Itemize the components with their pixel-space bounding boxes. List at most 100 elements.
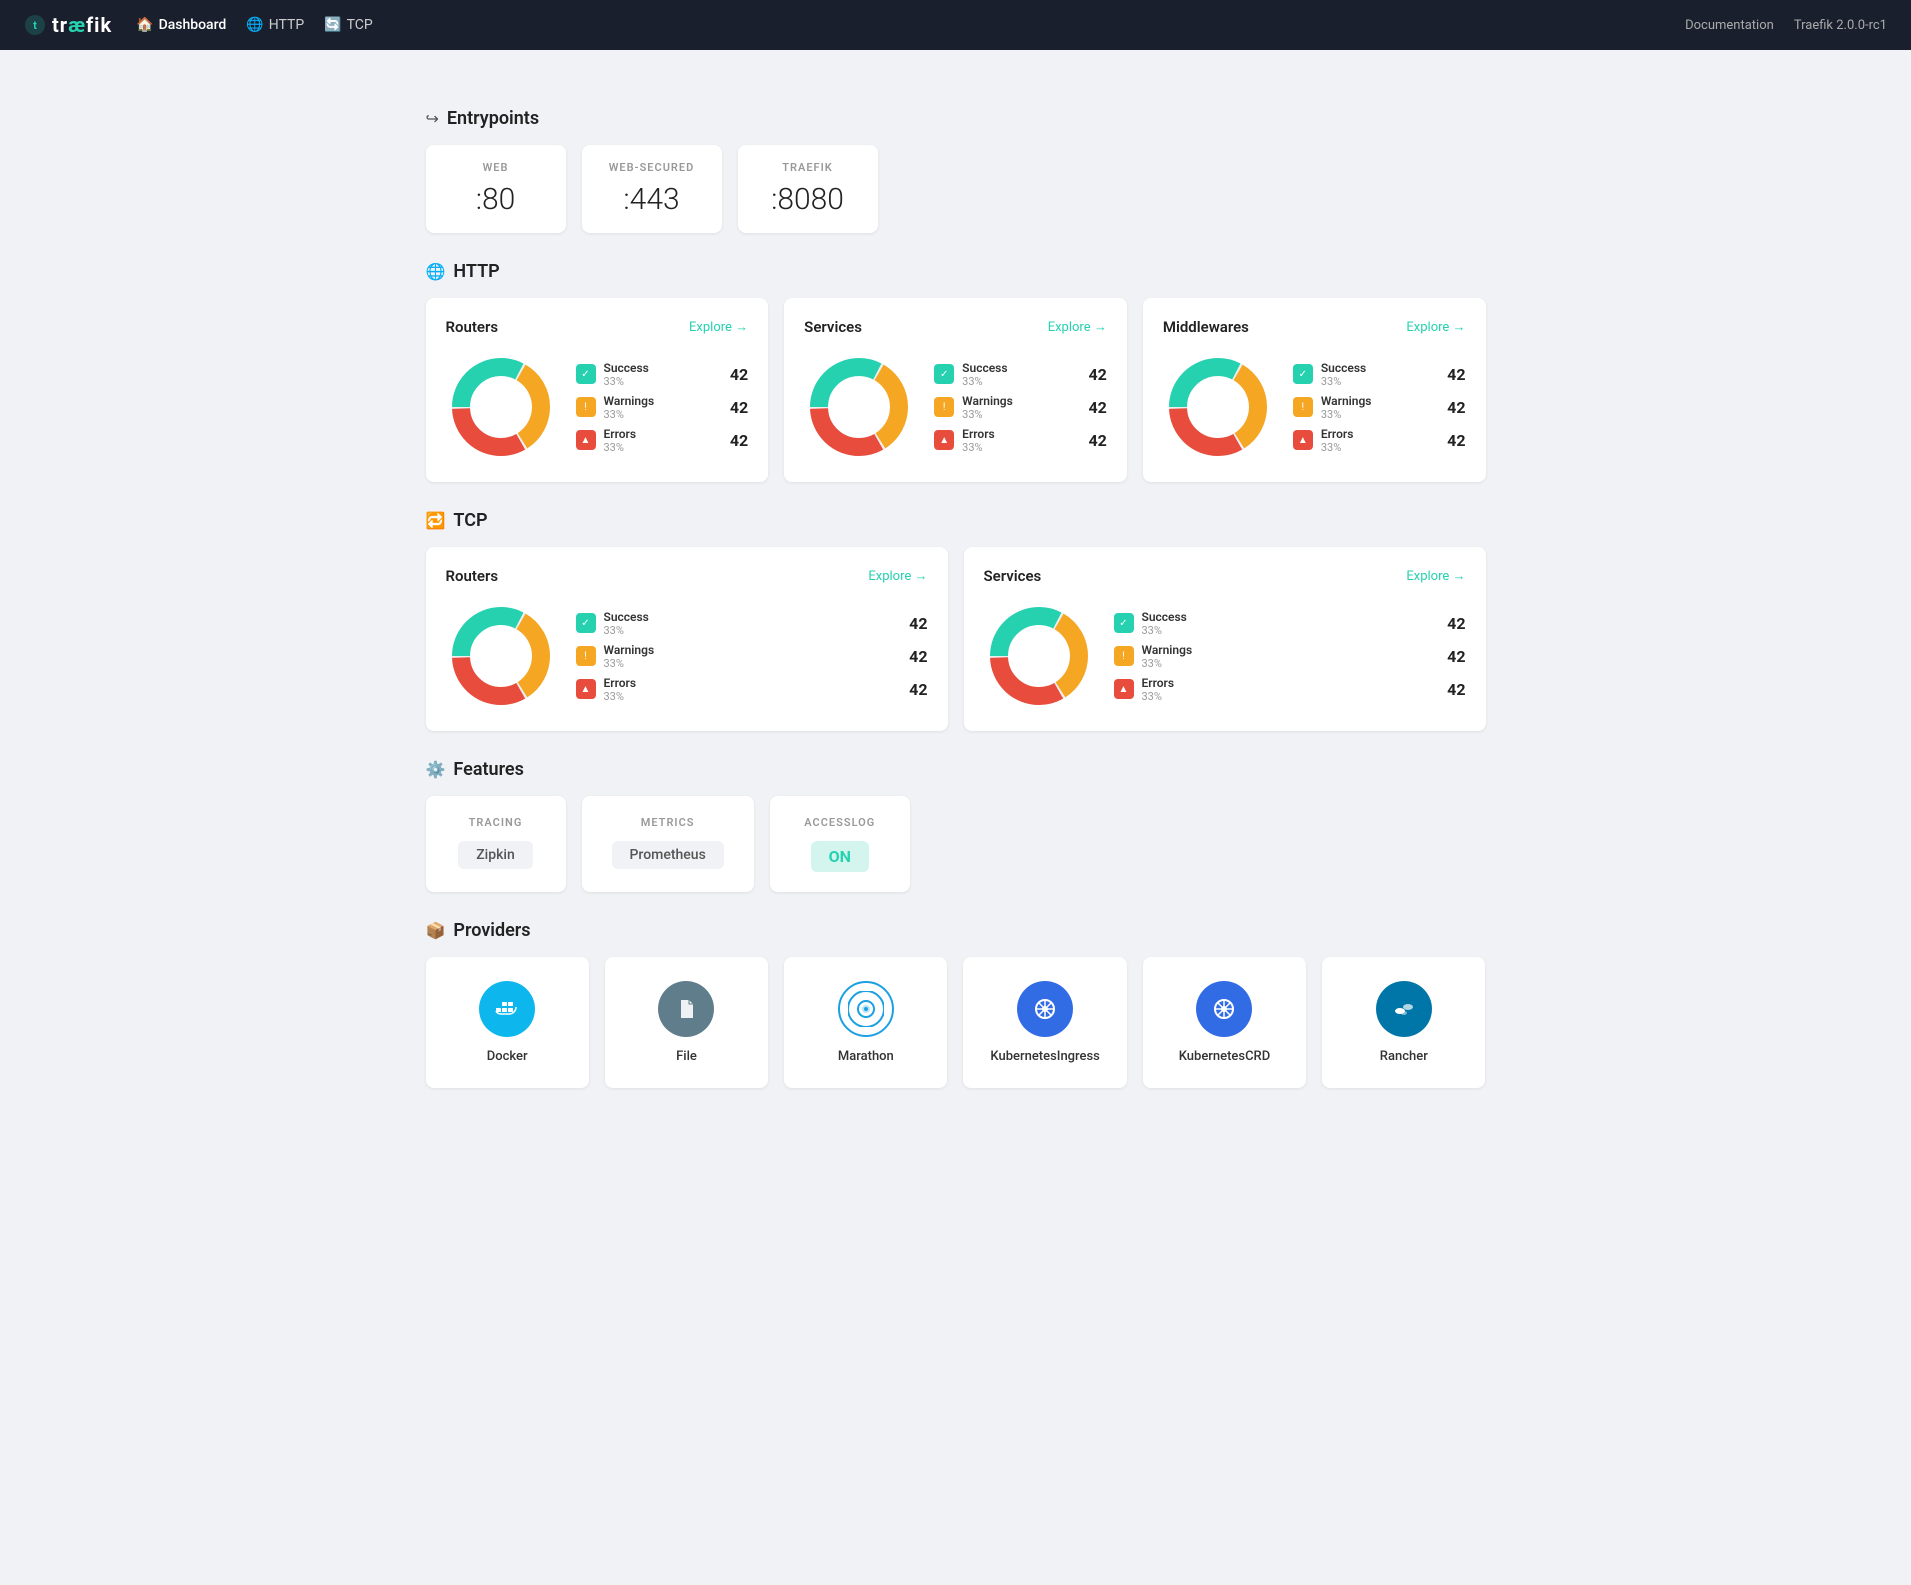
tcp-cards-row: Routers Explore → ✓ Success 33% — [426, 547, 1486, 731]
features-row: TRACING Zipkin METRICS Prometheus ACCESS… — [426, 796, 1486, 892]
feature-value: Prometheus — [612, 841, 724, 869]
features-icon: ⚙️ — [426, 760, 446, 779]
legend-count-success: 42 — [1447, 614, 1465, 633]
legend-count-warning: 42 — [1088, 398, 1106, 417]
error-icon: ▲ — [1114, 679, 1134, 699]
entrypoint-web-secured: WEB-SECURED :443 — [582, 145, 722, 233]
feature-label: TRACING — [456, 816, 536, 829]
tcp-cards-panel-routers: Routers Explore → ✓ Success 33% — [426, 547, 948, 731]
legend-item-success: ✓ Success 33% 42 — [576, 610, 928, 637]
provider-name-marathon: Marathon — [838, 1049, 894, 1064]
explore-link[interactable]: Explore → — [689, 319, 748, 335]
legend-text-error: Errors 33% — [604, 427, 722, 454]
logo: t træfik — [24, 13, 112, 37]
legend-item-success: ✓ Success 33% 42 — [576, 361, 749, 388]
home-icon: 🏠 — [136, 17, 153, 33]
legend-item-error: ▲ Errors 33% 42 — [1293, 427, 1466, 454]
provider-icon-kubernetesIngress — [1017, 981, 1073, 1037]
http-section-header: 🌐 HTTP — [426, 261, 1486, 282]
legend-item-warning: ! Warnings 33% 42 — [1114, 643, 1466, 670]
feature-label: ACCESSLOG — [800, 816, 880, 829]
success-icon: ✓ — [1293, 364, 1313, 384]
nav-links: 🏠 Dashboard 🌐 HTTP 🔄 TCP — [136, 17, 373, 33]
warning-icon: ! — [1114, 646, 1134, 666]
entrypoints-section-header: ↪ Entrypoints — [426, 108, 1486, 129]
card-title: Middlewares — [1163, 318, 1249, 336]
legend-text-success: Success 33% — [1321, 361, 1439, 388]
features-section-header: ⚙️ Features — [426, 759, 1486, 780]
http-cards-panel-middlewares: Middlewares Explore → ✓ Success 33% — [1143, 298, 1486, 482]
legend-text-error: Errors 33% — [962, 427, 1080, 454]
provider-icon-docker — [479, 981, 535, 1037]
provider-name-rancher: Rancher — [1380, 1049, 1428, 1064]
chart-area: ✓ Success 33% 42 ! Warnings — [446, 352, 749, 462]
nav-docs[interactable]: Documentation — [1685, 18, 1774, 33]
legend: ✓ Success 33% 42 ! Warnings — [576, 361, 749, 454]
legend-count-error: 42 — [1447, 680, 1465, 699]
card-header: Routers Explore → — [446, 567, 928, 585]
legend-item-warning: ! Warnings 33% 42 — [576, 643, 928, 670]
success-icon: ✓ — [934, 364, 954, 384]
providers-icon: 📦 — [426, 921, 446, 940]
card-header: Middlewares Explore → — [1163, 318, 1466, 336]
explore-link[interactable]: Explore → — [1406, 319, 1465, 335]
features-title: Features — [453, 759, 523, 780]
legend-text-warning: Warnings 33% — [1142, 643, 1440, 670]
nav-http[interactable]: 🌐 HTTP — [246, 17, 304, 33]
http-title: HTTP — [453, 261, 499, 282]
provider-marathon: Marathon — [784, 957, 947, 1088]
nav-tcp[interactable]: 🔄 TCP — [324, 17, 373, 33]
providers-section-header: 📦 Providers — [426, 920, 1486, 941]
legend-item-success: ✓ Success 33% 42 — [1293, 361, 1466, 388]
donut-chart — [1163, 352, 1273, 462]
warning-icon: ! — [576, 397, 596, 417]
legend-text-error: Errors 33% — [1321, 427, 1439, 454]
error-icon: ▲ — [1293, 430, 1313, 450]
legend-text-success: Success 33% — [604, 610, 902, 637]
nav-dashboard[interactable]: 🏠 Dashboard — [136, 17, 226, 33]
explore-link[interactable]: Explore → — [1406, 568, 1465, 584]
navbar: t træfik 🏠 Dashboard 🌐 HTTP 🔄 TCP Docume… — [0, 0, 1911, 50]
legend: ✓ Success 33% 42 ! Warnings — [1293, 361, 1466, 454]
legend-count-warning: 42 — [730, 398, 748, 417]
nav-left: t træfik 🏠 Dashboard 🌐 HTTP 🔄 TCP — [24, 13, 373, 37]
chart-area: ✓ Success 33% 42 ! Warnings — [984, 601, 1466, 711]
warning-icon: ! — [1293, 397, 1313, 417]
explore-link[interactable]: Explore → — [868, 568, 927, 584]
card-title: Services — [984, 567, 1042, 585]
error-icon: ▲ — [934, 430, 954, 450]
error-icon: ▲ — [576, 430, 596, 450]
legend-item-error: ▲ Errors 33% 42 — [934, 427, 1107, 454]
card-title: Services — [804, 318, 862, 336]
legend-text-warning: Warnings 33% — [962, 394, 1080, 421]
legend-count-error: 42 — [909, 680, 927, 699]
legend-text-warning: Warnings 33% — [604, 643, 902, 670]
tcp-icon: 🔁 — [426, 511, 446, 530]
feature-accesslog: ACCESSLOG ON — [770, 796, 910, 892]
donut-chart — [446, 352, 556, 462]
legend-item-warning: ! Warnings 33% 42 — [576, 394, 749, 421]
entrypoints-title: Entrypoints — [447, 108, 539, 129]
provider-name-kubernetesCRD: KubernetesCRD — [1179, 1049, 1271, 1064]
legend-text-success: Success 33% — [1142, 610, 1440, 637]
warning-icon: ! — [934, 397, 954, 417]
legend-text-success: Success 33% — [962, 361, 1080, 388]
card-header: Routers Explore → — [446, 318, 749, 336]
legend-item-success: ✓ Success 33% 42 — [934, 361, 1107, 388]
providers-title: Providers — [453, 920, 530, 941]
refresh-icon: 🔄 — [324, 17, 341, 33]
globe-icon: 🌐 — [246, 17, 263, 33]
legend: ✓ Success 33% 42 ! Warnings — [576, 610, 928, 703]
legend-item-warning: ! Warnings 33% 42 — [1293, 394, 1466, 421]
legend-count-success: 42 — [1088, 365, 1106, 384]
provider-docker: Docker — [426, 957, 589, 1088]
legend-count-success: 42 — [730, 365, 748, 384]
donut-chart — [984, 601, 1094, 711]
legend-text-success: Success 33% — [604, 361, 722, 388]
logo-icon: t — [24, 14, 46, 36]
explore-link[interactable]: Explore → — [1048, 319, 1107, 335]
legend-text-warning: Warnings 33% — [1321, 394, 1439, 421]
provider-name-file: File — [676, 1049, 697, 1064]
chart-area: ✓ Success 33% 42 ! Warnings — [804, 352, 1107, 462]
legend: ✓ Success 33% 42 ! Warnings — [934, 361, 1107, 454]
